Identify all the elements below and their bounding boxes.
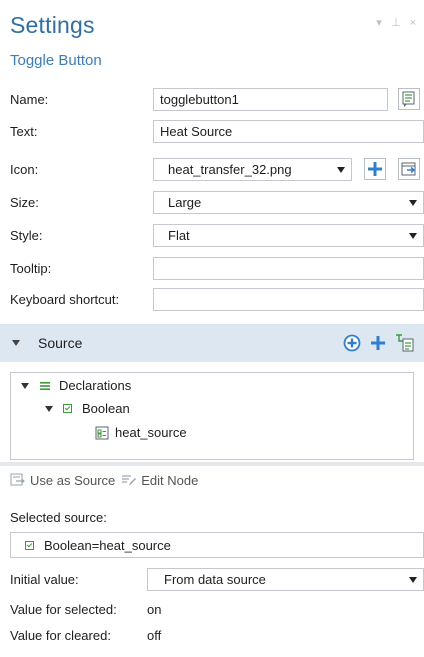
text-field[interactable]: Heat Source: [153, 120, 424, 143]
initial-value-label: Initial value:: [10, 572, 79, 587]
source-section-label: Source: [38, 335, 83, 351]
selected-source-value: Boolean=heat_source: [44, 537, 171, 553]
shortcut-field[interactable]: [153, 288, 424, 311]
selected-source-label: Selected source:: [10, 510, 107, 525]
value-selected-row: Value for selected: on: [0, 596, 424, 624]
shortcut-row: Keyboard shortcut:: [0, 286, 424, 314]
collapse-icon[interactable]: [12, 340, 20, 346]
use-as-source-icon: [10, 473, 25, 486]
icon-select[interactable]: heat_transfer_32.png: [153, 158, 352, 181]
style-select-value: Flat: [168, 228, 190, 243]
expand-icon[interactable]: [21, 382, 29, 389]
tree-node-boolean[interactable]: Boolean: [45, 401, 130, 416]
panel-title: Settings: [10, 12, 95, 38]
use-as-source-button[interactable]: Use as Source: [10, 472, 115, 488]
close-icon[interactable]: ×: [408, 17, 418, 29]
boolean-icon: [63, 404, 72, 413]
tree-node-heat-source[interactable]: heat_source: [95, 425, 187, 440]
boolean-icon: [25, 540, 34, 550]
chevron-down-icon: [409, 577, 417, 583]
expand-icon[interactable]: [45, 405, 53, 412]
initial-value-select-value: From data source: [164, 572, 266, 587]
panel-header: Settings Toggle Button ▾ ⊥ ×: [0, 0, 424, 82]
edit-node-button[interactable]: Edit Node: [121, 472, 198, 488]
splitter[interactable]: [0, 462, 424, 466]
icon-label: Icon:: [10, 162, 39, 177]
icon-select-value: heat_transfer_32.png: [168, 162, 292, 177]
size-label: Size:: [10, 195, 39, 210]
dropdown-icon[interactable]: ▾: [374, 16, 384, 29]
value-selected-label: Value for selected:: [10, 602, 117, 617]
name-row: Name: togglebutton1: [0, 86, 424, 114]
plus-icon[interactable]: [369, 334, 387, 352]
text-label: Text:: [10, 124, 38, 139]
variable-icon: [95, 426, 109, 439]
value-cleared-label: Value for cleared:: [10, 628, 111, 643]
value-cleared-value: off: [147, 628, 162, 643]
plus-icon: [368, 162, 382, 176]
chevron-down-icon: [337, 167, 345, 173]
tooltip-field[interactable]: [153, 257, 424, 280]
size-row: Size: Large: [0, 189, 424, 217]
size-select[interactable]: Large: [153, 191, 424, 214]
window-buttons: ▾ ⊥ ×: [374, 16, 418, 30]
initial-value-row: Initial value: From data source: [0, 566, 424, 594]
icon-row: Icon: heat_transfer_32.png: [0, 156, 424, 184]
style-select[interactable]: Flat: [153, 224, 424, 247]
generate-name-button[interactable]: [398, 88, 420, 110]
add-icon-button[interactable]: [364, 158, 386, 180]
source-actions: Use as Source Edit Node: [10, 472, 198, 488]
import-icon: [401, 162, 416, 176]
tree-node-declarations[interactable]: Declarations: [21, 378, 131, 393]
initial-value-select[interactable]: From data source: [147, 568, 424, 591]
name-field[interactable]: togglebutton1: [153, 88, 388, 111]
declarations-tree[interactable]: Declarations Boolean heat_source: [10, 372, 414, 460]
style-label: Style:: [10, 228, 43, 243]
selected-source-field: Boolean=heat_source: [10, 532, 424, 558]
pin-icon[interactable]: ⊥: [391, 16, 401, 29]
tree-node-label: heat_source: [115, 425, 187, 440]
style-row: Style: Flat: [0, 222, 424, 250]
use-as-source-label: Use as Source: [30, 472, 116, 488]
edit-node-label: Edit Node: [141, 472, 199, 488]
value-cleared-row: Value for cleared: off: [0, 622, 424, 650]
source-section-header[interactable]: Source: [0, 324, 424, 362]
chevron-down-icon: [409, 200, 417, 206]
panel-subtitle: Toggle Button: [10, 52, 102, 69]
tooltip-row: Tooltip:: [0, 255, 424, 283]
shortcut-label: Keyboard shortcut:: [10, 292, 120, 307]
edit-node-icon: [122, 475, 137, 486]
source-toolbar: [342, 332, 416, 354]
add-circle-icon[interactable]: [342, 333, 362, 353]
tree-node-label: Declarations: [59, 378, 132, 393]
size-select-value: Large: [168, 195, 202, 210]
chevron-down-icon: [409, 233, 417, 239]
tooltip-label: Tooltip:: [10, 261, 52, 276]
text-row: Text: Heat Source: [0, 118, 424, 146]
value-selected-value: on: [147, 602, 162, 617]
document-edit-icon: [402, 91, 415, 107]
add-to-list-icon[interactable]: [394, 332, 416, 354]
tree-node-label: Boolean: [82, 401, 130, 416]
browse-icon-button[interactable]: [398, 158, 420, 180]
declarations-icon: [40, 381, 50, 390]
name-label: Name:: [10, 92, 49, 107]
